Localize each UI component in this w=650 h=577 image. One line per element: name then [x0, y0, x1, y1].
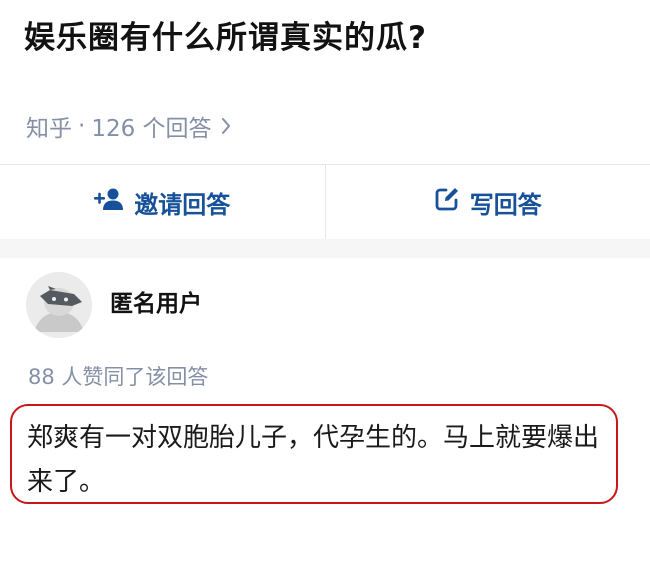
question-meta[interactable]: 知乎 · 126 个回答 [26, 108, 232, 144]
invite-answer-button[interactable]: 邀请回答 [0, 165, 325, 239]
answer-content[interactable]: 郑爽有一对双胞胎儿子，代孕生的。马上就要爆出来了。 [27, 416, 622, 504]
anonymous-avatar-icon[interactable] [26, 272, 92, 338]
question-title: 娱乐圈有什么所谓真实的瓜? [24, 20, 427, 56]
write-answer-label: 写回答 [469, 190, 542, 219]
add-person-icon [94, 186, 124, 218]
author-name[interactable]: 匿名用户 [110, 286, 202, 322]
section-gap [0, 239, 650, 258]
action-bar: 邀请回答 写回答 [0, 165, 650, 239]
chevron-right-icon [220, 116, 232, 136]
invite-answer-label: 邀请回答 [134, 190, 231, 219]
answer-count[interactable]: 126 个回答 [91, 109, 211, 143]
write-answer-button[interactable]: 写回答 [326, 165, 650, 239]
meta-separator: · [78, 113, 86, 139]
source-label: 知乎 [26, 116, 72, 142]
vote-count: 88 人赞同了该回答 [28, 365, 209, 389]
edit-icon [434, 186, 460, 218]
